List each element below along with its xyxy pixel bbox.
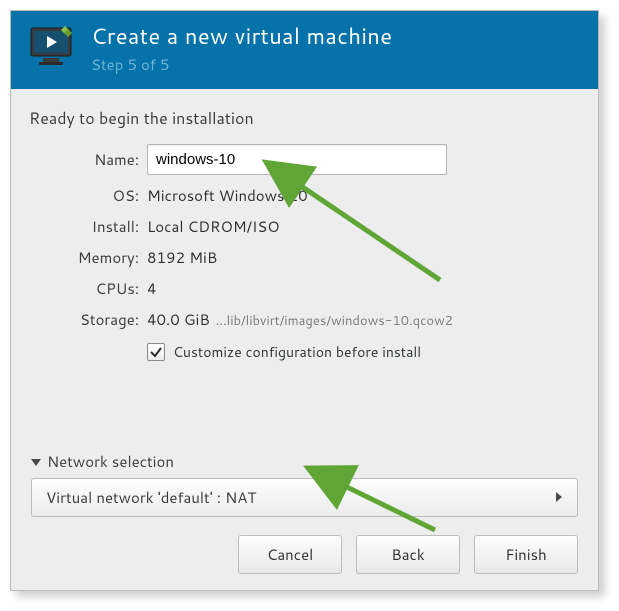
back-button[interactable]: Back bbox=[356, 535, 460, 574]
network-dropdown[interactable]: Virtual network 'default' : NAT bbox=[31, 478, 578, 517]
summary-grid: Name: OS: Microsoft Windows 10 Install: … bbox=[43, 144, 566, 362]
install-label: Install: bbox=[43, 216, 139, 237]
name-input[interactable] bbox=[147, 144, 447, 175]
cpus-label: CPUs: bbox=[43, 278, 139, 299]
memory-label: Memory: bbox=[43, 247, 139, 268]
network-expander-label: Network selection bbox=[47, 451, 174, 472]
memory-value: 8192 MiB bbox=[147, 247, 566, 268]
monitor-play-icon bbox=[25, 22, 77, 74]
customize-checkbox[interactable] bbox=[147, 343, 165, 361]
section-title: Ready to begin the installation bbox=[29, 107, 580, 130]
storage-value: 40.0 GiB ...lib/libvirt/images/windows-1… bbox=[147, 309, 566, 330]
storage-size: 40.0 GiB bbox=[147, 309, 210, 330]
storage-path: ...lib/libvirt/images/windows-10.qcow2 bbox=[216, 312, 453, 330]
name-label: Name: bbox=[43, 149, 139, 170]
chevron-right-icon bbox=[555, 487, 563, 508]
os-value: Microsoft Windows 10 bbox=[147, 185, 566, 206]
wizard-body: Ready to begin the installation Name: OS… bbox=[11, 89, 598, 590]
cancel-button[interactable]: Cancel bbox=[238, 535, 342, 574]
storage-label: Storage: bbox=[43, 309, 139, 330]
install-value: Local CDROM/ISO bbox=[147, 216, 566, 237]
wizard-step: Step 5 of 5 bbox=[91, 54, 392, 75]
network-selected: Virtual network 'default' : NAT bbox=[46, 487, 256, 508]
vm-create-wizard-window: Create a new virtual machine Step 5 of 5… bbox=[10, 10, 599, 591]
finish-button[interactable]: Finish bbox=[474, 535, 578, 574]
wizard-header: Create a new virtual machine Step 5 of 5 bbox=[11, 11, 598, 89]
button-bar: Cancel Back Finish bbox=[29, 535, 580, 574]
triangle-down-icon bbox=[31, 451, 41, 472]
wizard-title: Create a new virtual machine bbox=[91, 21, 392, 52]
network-expander[interactable]: Network selection bbox=[31, 451, 580, 472]
os-label: OS: bbox=[43, 185, 139, 206]
customize-label: Customize configuration before install bbox=[173, 342, 421, 362]
cpus-value: 4 bbox=[147, 278, 566, 299]
